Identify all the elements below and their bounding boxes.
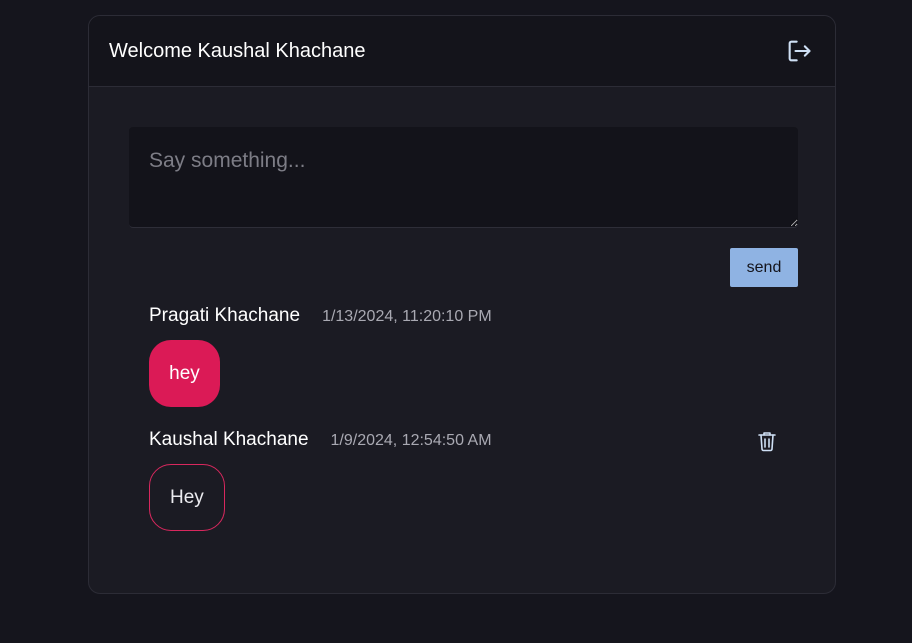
- message-author: Kaushal Khachane: [149, 429, 309, 450]
- message-composer: send: [129, 127, 798, 287]
- message-author: Pragati Khachane: [149, 305, 301, 326]
- message-bubble: hey: [149, 340, 220, 407]
- message-input[interactable]: [129, 127, 798, 228]
- message-item: Pragati Khachane 1/13/2024, 11:20:10 PM …: [149, 305, 789, 407]
- welcome-title: Welcome Kaushal Khachane: [109, 39, 366, 62]
- message-bubble: Hey: [149, 464, 225, 531]
- send-button[interactable]: send: [730, 248, 798, 287]
- message-timestamp: 1/9/2024, 12:54:50 AM: [330, 432, 492, 449]
- message-timestamp: 1/13/2024, 11:20:10 PM: [322, 308, 492, 325]
- logout-button[interactable]: [783, 35, 815, 67]
- card-header: Welcome Kaushal Khachane: [89, 16, 835, 87]
- delete-message-button[interactable]: [755, 429, 779, 453]
- logout-icon: [788, 40, 811, 62]
- message-item: Kaushal Khachane 1/9/2024, 12:54:50 AM H…: [149, 429, 789, 531]
- chat-card: Welcome Kaushal Khachane send Pragati Kh…: [88, 15, 836, 594]
- message-list: Pragati Khachane 1/13/2024, 11:20:10 PM …: [149, 305, 789, 531]
- trash-icon: [758, 432, 776, 452]
